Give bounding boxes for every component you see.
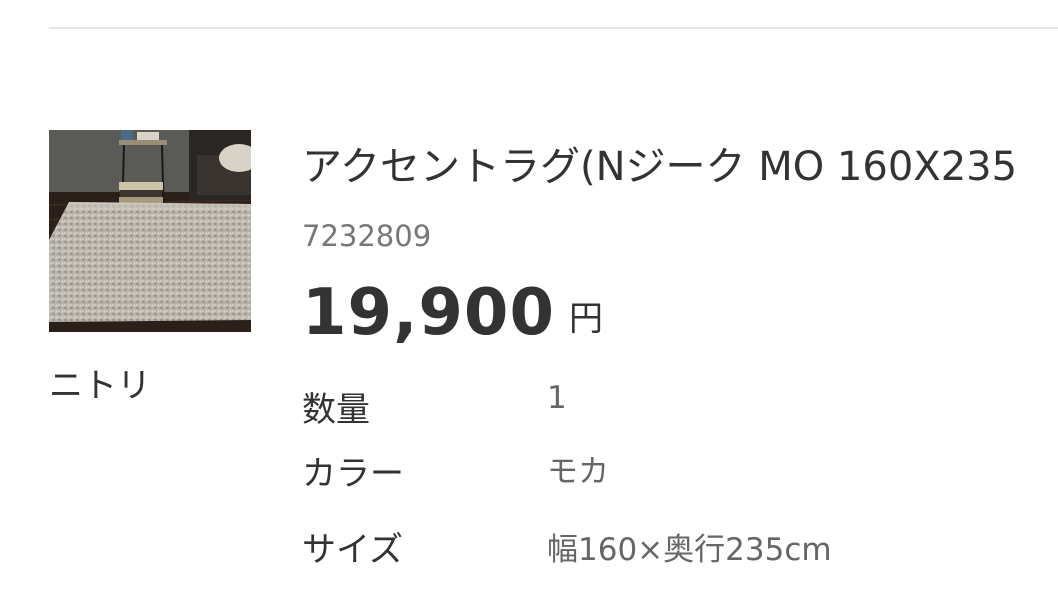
price-amount: 19,900 xyxy=(302,276,555,350)
product-image[interactable] xyxy=(49,130,251,332)
brand-name: ニトリ xyxy=(49,366,151,406)
size-label: サイズ xyxy=(302,530,403,570)
price-currency: 円 xyxy=(568,299,603,339)
quantity-label: 数量 xyxy=(302,390,370,430)
size-value: 幅160×奥行235cm xyxy=(547,532,832,568)
rug-photo-icon xyxy=(49,130,251,332)
color-value: モカ xyxy=(547,454,609,490)
color-label: カラー xyxy=(302,454,404,494)
product-title[interactable]: アクセントラグ(Nジーク MO 160X235 xyxy=(302,134,1017,192)
section-divider xyxy=(49,27,1058,29)
quantity-value: 1 xyxy=(547,380,567,416)
product-price: 19,900 円 xyxy=(302,276,603,350)
product-sku: 7232809 xyxy=(302,219,432,253)
